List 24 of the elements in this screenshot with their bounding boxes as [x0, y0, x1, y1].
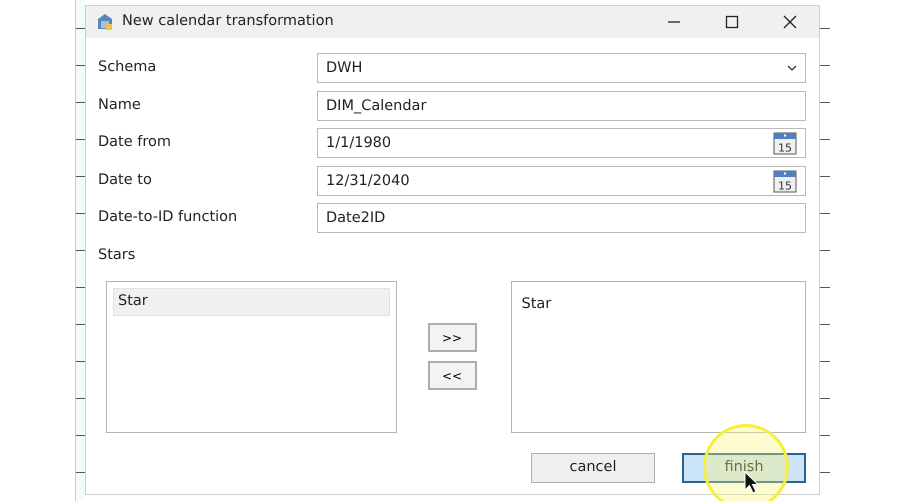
chevron-down-icon: [787, 65, 797, 71]
field-label: Date-to-ID function: [98, 208, 238, 228]
field-label: Name: [98, 96, 142, 115]
input-field[interactable]: DIM_Calendar: [317, 90, 806, 120]
selected-list[interactable]: Star: [510, 280, 806, 433]
close-icon[interactable]: [783, 15, 797, 29]
maximize-icon[interactable]: [725, 15, 739, 29]
app-icon: [96, 13, 114, 31]
input-field[interactable]: Date2ID: [317, 203, 806, 233]
stars-label: Stars: [98, 246, 136, 265]
list-item[interactable]: Star: [518, 292, 799, 318]
field-label: Date to: [98, 170, 153, 190]
cancel-button[interactable]: cancel: [531, 452, 655, 483]
add-button[interactable]: >>: [428, 323, 476, 352]
schema-label: Schema: [98, 58, 158, 78]
dropdown[interactable]: DWH: [317, 53, 806, 83]
calendar-icon[interactable]: 15: [773, 168, 797, 192]
remove-button[interactable]: <<: [428, 361, 476, 390]
field-label: Date from: [98, 133, 172, 152]
list-item[interactable]: Star: [113, 288, 390, 316]
calendar-icon[interactable]: 15: [773, 131, 797, 155]
available-list[interactable]: Star: [106, 280, 396, 433]
window-title: New calendar transformation: [122, 12, 334, 32]
finish-button[interactable]: finish: [682, 452, 806, 483]
